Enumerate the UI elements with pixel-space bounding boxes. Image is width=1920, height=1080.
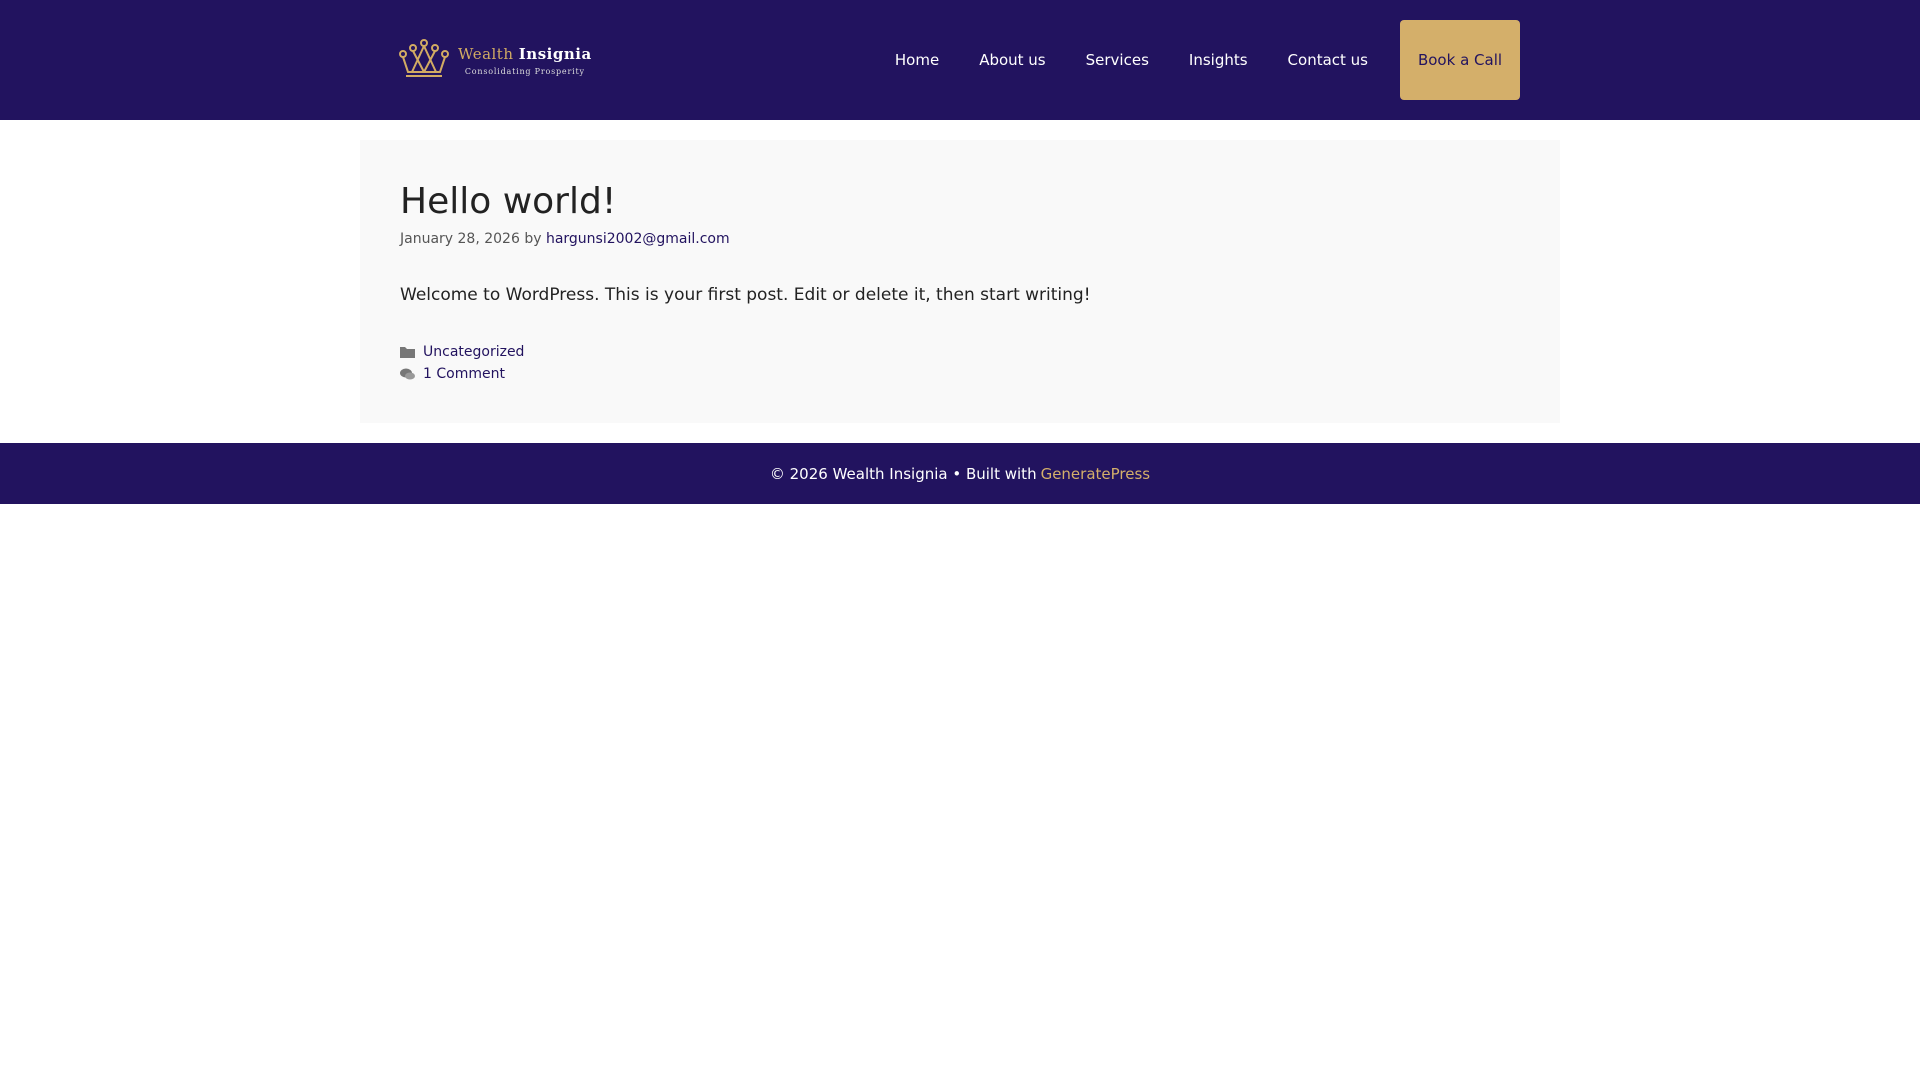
brand-tagline: Consolidating Prosperity bbox=[464, 66, 585, 76]
author-link[interactable]: hargunsi2002@gmail.com bbox=[546, 231, 730, 247]
post-meta: January 28, 2026 by hargunsi2002@gmail.c… bbox=[400, 231, 1520, 247]
nav-home[interactable]: Home bbox=[875, 0, 959, 120]
crown-icon bbox=[399, 39, 449, 77]
site-footer: © 2026 Wealth Insignia • Built with Gene… bbox=[0, 443, 1920, 504]
post-article: Hello world! January 28, 2026 by harguns… bbox=[360, 140, 1560, 423]
generatepress-link[interactable]: GeneratePress bbox=[1041, 465, 1151, 483]
site-logo[interactable]: Wealth Insignia Consolidating Prosperity bbox=[398, 30, 610, 90]
brand-name: Wealth Insignia bbox=[458, 44, 592, 63]
post-footer-meta: Uncategorized 1 Comment bbox=[400, 341, 1520, 385]
by-label: by bbox=[524, 231, 542, 248]
post-body: Welcome to WordPress. This is your first… bbox=[400, 285, 1091, 306]
site-header: Wealth Insignia Consolidating Prosperity… bbox=[0, 0, 1920, 120]
book-a-call-button[interactable]: Book a Call bbox=[1400, 20, 1520, 100]
main-nav: Home About us Services Insights Contact … bbox=[875, 0, 1520, 120]
comments-link[interactable]: 1 Comment bbox=[423, 366, 505, 382]
comments-icon bbox=[400, 368, 415, 380]
nav-insights[interactable]: Insights bbox=[1169, 0, 1268, 120]
post-date: January 28, 2026 bbox=[400, 231, 520, 248]
folder-icon bbox=[400, 347, 415, 359]
nav-services[interactable]: Services bbox=[1066, 0, 1169, 120]
post-title: Hello world! bbox=[400, 181, 617, 222]
nav-contact-us[interactable]: Contact us bbox=[1268, 0, 1388, 120]
copyright-text: © 2026 Wealth Insignia • Built with bbox=[769, 464, 1037, 483]
nav-about-us[interactable]: About us bbox=[959, 0, 1065, 120]
category-link[interactable]: Uncategorized bbox=[423, 344, 524, 360]
